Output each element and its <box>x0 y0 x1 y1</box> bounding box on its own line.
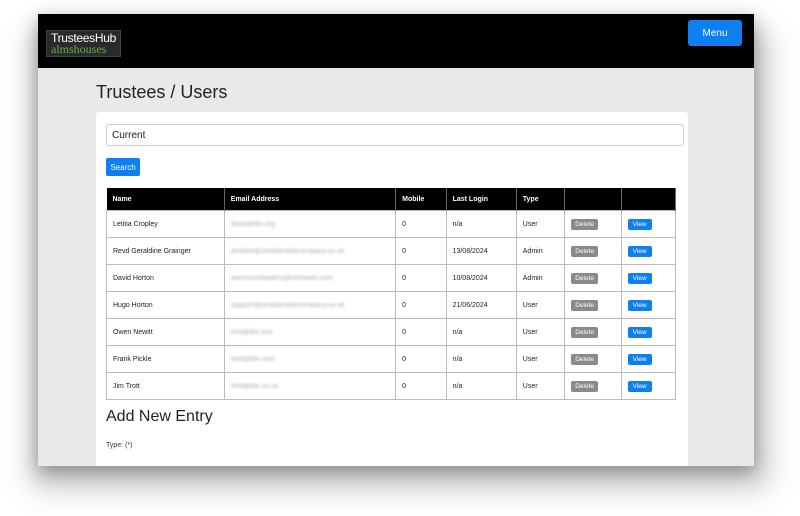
type-field-label: Type: (*) <box>106 442 133 449</box>
view-cell: View <box>620 372 677 400</box>
column-header-last-login: Last Login <box>446 188 517 211</box>
user-mobile: 0 <box>395 345 447 373</box>
user-last-login: n/a <box>445 372 517 400</box>
user-mobile: 0 <box>395 372 447 400</box>
user-type: User <box>515 291 566 319</box>
delete-button[interactable]: Delete <box>571 380 598 392</box>
user-name: Letitia Cropley <box>106 210 225 238</box>
user-type: User <box>515 210 566 238</box>
brand-logo[interactable]: TrusteesHub almshouses <box>46 30 121 57</box>
user-last-login: 21/06/2024 <box>445 291 517 319</box>
delete-button[interactable]: Delete <box>571 272 598 284</box>
view-cell: View <box>620 291 677 319</box>
view-button[interactable]: View <box>627 326 652 338</box>
user-email: fred@tbe.co.uk <box>223 372 397 400</box>
search-button[interactable]: Search <box>106 158 140 176</box>
view-cell: View <box>620 318 677 346</box>
view-cell: View <box>620 345 677 373</box>
user-type: Admin <box>515 237 566 265</box>
user-last-login: 13/08/2024 <box>445 237 517 265</box>
table-row: David Horton winchcombealms@netowen.com … <box>106 264 677 292</box>
view-cell: View <box>620 264 677 292</box>
delete-cell: Delete <box>564 345 622 373</box>
delete-cell: Delete <box>564 291 622 319</box>
view-button[interactable]: View <box>627 380 652 392</box>
user-name: David Horton <box>106 264 225 292</box>
user-last-login: n/a <box>445 318 517 346</box>
browser-window: TrusteesHub almshouses Menu Trustees / U… <box>38 14 754 466</box>
table-row: Jim Trott fred@tbe.co.uk 0 n/a User Dele… <box>106 372 677 400</box>
logo-text-bottom: almshouses <box>51 42 107 56</box>
users-table: Name Email Address Mobile Last Login Typ… <box>106 188 677 400</box>
user-mobile: 0 <box>395 210 447 238</box>
user-email: fred@tbe.com <box>223 345 397 373</box>
user-email: winchcombealms@netowen.com <box>223 264 397 292</box>
users-card: Search Name Email Address Mobile Last Lo… <box>96 112 688 466</box>
delete-cell: Delete <box>564 372 622 400</box>
user-last-login: 10/08/2024 <box>445 264 517 292</box>
view-button[interactable]: View <box>627 272 652 284</box>
user-name: Jim Trott <box>106 372 225 400</box>
delete-button[interactable]: Delete <box>571 218 598 230</box>
user-type: Admin <box>515 264 566 292</box>
user-mobile: 0 <box>395 318 447 346</box>
user-email: andrew@smarterwebcompany.co.uk <box>223 237 397 265</box>
user-last-login: n/a <box>445 345 517 373</box>
view-button[interactable]: View <box>627 299 652 311</box>
user-email: fred@tbe.bus <box>223 318 397 346</box>
user-type: User <box>515 345 566 373</box>
table-row: Revd Geraldine Grainger andrew@smarterwe… <box>106 237 677 265</box>
view-cell: View <box>620 210 677 238</box>
user-name: Frank Pickle <box>106 345 225 373</box>
delete-cell: Delete <box>564 264 622 292</box>
column-header-type: Type <box>516 188 566 211</box>
add-entry-title: Add New Entry <box>106 408 213 425</box>
user-last-login: n/a <box>445 210 517 238</box>
table-row: Frank Pickle fred@tbe.com 0 n/a User Del… <box>106 345 677 373</box>
table-row: Owen Newitt fred@tbe.bus 0 n/a User Dele… <box>106 318 677 346</box>
user-type: User <box>515 372 566 400</box>
delete-button[interactable]: Delete <box>571 326 598 338</box>
user-type: User <box>515 318 566 346</box>
table-row: Hugo Horton support@smarterwebcompany.co… <box>106 291 677 319</box>
column-header-delete <box>564 188 622 211</box>
user-name: Hugo Horton <box>106 291 225 319</box>
view-button[interactable]: View <box>627 245 652 257</box>
page-title: Trustees / Users <box>96 82 228 102</box>
user-mobile: 0 <box>395 264 447 292</box>
delete-button[interactable]: Delete <box>571 353 598 365</box>
delete-button[interactable]: Delete <box>571 245 598 257</box>
delete-cell: Delete <box>564 237 622 265</box>
user-mobile: 0 <box>395 291 447 319</box>
delete-cell: Delete <box>564 318 622 346</box>
user-mobile: 0 <box>395 237 447 265</box>
delete-cell: Delete <box>564 210 622 238</box>
filter-input[interactable] <box>106 124 684 146</box>
users-table-body: Letitia Cropley hbuk@tbe.org 0 n/a User … <box>106 210 677 400</box>
view-cell: View <box>620 237 677 265</box>
view-button[interactable]: View <box>627 218 652 230</box>
table-row: Letitia Cropley hbuk@tbe.org 0 n/a User … <box>106 210 677 238</box>
view-button[interactable]: View <box>627 353 652 365</box>
menu-button[interactable]: Menu <box>688 20 742 46</box>
column-header-view <box>621 188 677 211</box>
column-header-name: Name <box>106 188 225 211</box>
column-header-mobile: Mobile <box>395 188 447 211</box>
user-email: hbuk@tbe.org <box>223 210 397 238</box>
delete-button[interactable]: Delete <box>571 299 598 311</box>
user-email: support@smarterwebcompany.co.uk <box>223 291 397 319</box>
table-header-row: Name Email Address Mobile Last Login Typ… <box>106 188 677 211</box>
top-navbar: TrusteesHub almshouses Menu <box>38 14 754 68</box>
column-header-email: Email Address <box>224 188 397 211</box>
user-name: Revd Geraldine Grainger <box>106 237 225 265</box>
user-name: Owen Newitt <box>106 318 225 346</box>
